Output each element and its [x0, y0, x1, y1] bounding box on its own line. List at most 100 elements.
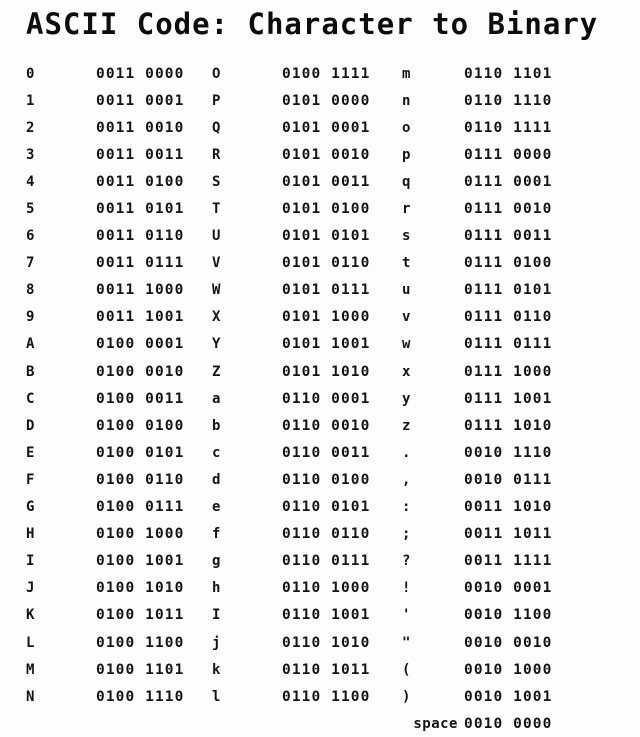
ascii-character: 6 [26, 228, 35, 245]
ascii-binary: 0010 0010 [464, 634, 553, 651]
ascii-row: 0 0011 0000 [26, 60, 196, 87]
ascii-row: 4 0011 0100 [26, 168, 196, 195]
ascii-binary: 0011 0011 [96, 146, 185, 163]
ascii-row: F 0100 0110 [26, 466, 196, 493]
ascii-binary: 0110 1011 [282, 661, 371, 678]
ascii-character: O [212, 65, 221, 82]
ascii-row: n 0110 1110 [402, 87, 640, 114]
page-title: ASCII Code: Character to Binary [26, 7, 599, 41]
ascii-binary: 0110 0110 [282, 526, 371, 543]
ascii-row: Q 0101 0001 [212, 114, 392, 141]
ascii-row: ? 0011 1111 [402, 548, 640, 575]
ascii-binary: 0110 1110 [464, 92, 553, 109]
ascii-row: a 0110 0001 [212, 385, 392, 412]
ascii-row: Z 0101 1010 [212, 358, 392, 385]
ascii-binary: 0010 1001 [464, 688, 553, 705]
ascii-row: K 0100 1011 [26, 602, 196, 629]
ascii-row: ' 0010 1100 [402, 602, 640, 629]
ascii-row: j 0110 1010 [212, 629, 392, 656]
ascii-binary: 0110 1101 [464, 65, 553, 82]
ascii-row: w 0111 0111 [402, 331, 640, 358]
ascii-row: C 0100 0011 [26, 385, 196, 412]
ascii-row: (0010 1000 [402, 656, 640, 683]
ascii-character: F [26, 471, 35, 488]
ascii-row: T 0101 0100 [212, 195, 392, 222]
ascii-row: P 0101 0000 [212, 87, 392, 114]
ascii-binary: 0101 1001 [282, 336, 371, 353]
ascii-binary: 0110 0101 [282, 499, 371, 516]
ascii-character: h [212, 580, 221, 597]
ascii-binary: 0011 1001 [96, 309, 185, 326]
ascii-row: q 0111 0001 [402, 168, 640, 195]
ascii-row: 3 0011 0011 [26, 141, 196, 168]
ascii-row: z 0111 1010 [402, 412, 640, 439]
ascii-table-sheet: ASCII Code: Character to Binary 0 0011 00… [0, 0, 640, 732]
ascii-character: L [26, 634, 35, 651]
ascii-row: f 0110 0110 [212, 521, 392, 548]
ascii-binary: 0011 1000 [96, 282, 185, 299]
ascii-row: c 0110 0011 [212, 439, 392, 466]
ascii-binary: 0010 1000 [464, 661, 553, 678]
ascii-character: ! [402, 580, 411, 597]
ascii-row: s 0111 0011 [402, 223, 640, 250]
ascii-character: a [212, 390, 221, 407]
ascii-character: D [26, 417, 35, 434]
ascii-binary: 0100 0001 [96, 336, 185, 353]
ascii-binary: 0110 1111 [464, 119, 553, 136]
ascii-binary: 0010 1100 [464, 607, 553, 624]
ascii-row: h 0110 1000 [212, 575, 392, 602]
ascii-row: G 0100 0111 [26, 494, 196, 521]
ascii-binary: 0111 0001 [464, 173, 553, 190]
ascii-character: H [26, 526, 35, 543]
ascii-binary: 0111 0111 [464, 336, 553, 353]
ascii-row: e 0110 0101 [212, 494, 392, 521]
ascii-row: d 0110 0100 [212, 466, 392, 493]
ascii-character: 3 [26, 146, 35, 163]
ascii-character: Z [212, 363, 221, 380]
ascii-character: Q [212, 119, 221, 136]
ascii-binary: 0111 0011 [464, 228, 553, 245]
ascii-character: 2 [26, 119, 35, 136]
ascii-row: l 0110 1100 [212, 683, 392, 710]
ascii-column-2: O 0100 1111 P 0101 0000 Q 0101 0001 R 0101 0010… [196, 60, 392, 710]
ascii-row: R 0101 0010 [212, 141, 392, 168]
ascii-character: 5 [26, 201, 35, 218]
ascii-character: . [402, 444, 411, 461]
ascii-character: p [402, 146, 411, 163]
ascii-character: : [402, 499, 411, 516]
ascii-row: V 0101 0110 [212, 250, 392, 277]
ascii-binary: 0010 0001 [464, 580, 553, 597]
ascii-binary: 0100 0010 [96, 363, 185, 380]
ascii-binary: 0100 1110 [96, 688, 185, 705]
ascii-character: 7 [26, 255, 35, 272]
ascii-character: s [402, 228, 411, 245]
ascii-binary: 0100 1100 [96, 634, 185, 651]
ascii-character: o [402, 119, 411, 136]
ascii-binary: 0011 0111 [96, 255, 185, 272]
ascii-binary: 0010 1110 [464, 444, 553, 461]
ascii-binary: 0100 1101 [96, 661, 185, 678]
ascii-row: k 0110 1011 [212, 656, 392, 683]
ascii-binary: 0100 1001 [96, 553, 185, 570]
ascii-character: w [402, 336, 411, 353]
ascii-binary: 0111 0101 [464, 282, 553, 299]
ascii-row: v 0111 0110 [402, 304, 640, 331]
ascii-row: 6 0011 0110 [26, 223, 196, 250]
ascii-character: z [402, 417, 411, 434]
ascii-character: 0 [26, 65, 35, 82]
ascii-character: E [26, 444, 35, 461]
ascii-character: M [26, 661, 35, 678]
ascii-character: b [212, 417, 221, 434]
ascii-row: I 0110 1001 [212, 602, 392, 629]
ascii-row: p 0111 0000 [402, 141, 640, 168]
ascii-binary: 0011 0001 [96, 92, 185, 109]
ascii-row: g 0110 0111 [212, 548, 392, 575]
ascii-binary: 0100 1011 [96, 607, 185, 624]
ascii-row: X 0101 1000 [212, 304, 392, 331]
ascii-columns: 0 0011 0000 1 0011 0001 2 0011 0010 3 0011 0011… [0, 60, 640, 737]
ascii-row: D 0100 0100 [26, 412, 196, 439]
ascii-character: 9 [26, 309, 35, 326]
ascii-row: 2 0011 0010 [26, 114, 196, 141]
ascii-row: E 0100 0101 [26, 439, 196, 466]
ascii-character: n [402, 92, 411, 109]
